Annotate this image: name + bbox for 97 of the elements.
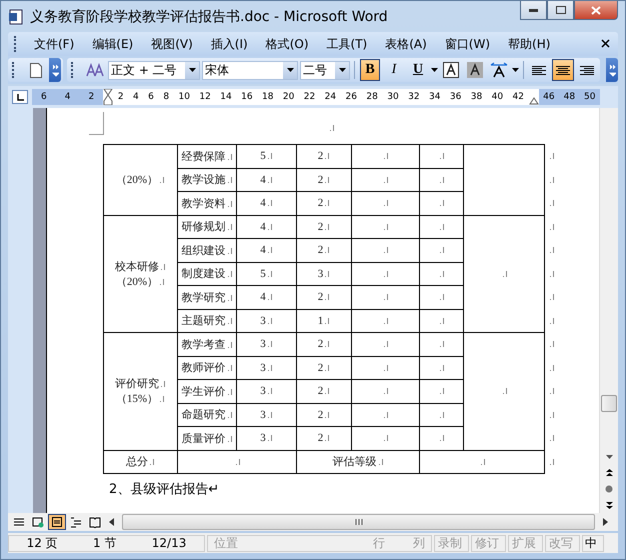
paragraph: 2、县级评估报告↵ xyxy=(109,481,220,498)
table-cell: 教学研究 xyxy=(182,292,226,304)
table-cell: 3 xyxy=(260,385,266,398)
ruler-number: 10 xyxy=(178,92,190,102)
table-cell: 命题研究 xyxy=(182,409,226,422)
ruler-number: 12 xyxy=(199,92,211,102)
horizontal-ruler[interactable]: 6 4 2 2 4 6 8 10 12 14 16 18 20 22 24 26 28 30 32 34 36 38 40 42 46 48 50 xyxy=(32,89,600,105)
font-dropdown[interactable]: 宋体 xyxy=(202,60,298,80)
bold-button[interactable]: B xyxy=(360,59,380,81)
menu-item[interactable]: 帮助(H) xyxy=(499,36,560,52)
section-number: 1 节 xyxy=(93,534,116,552)
window-title: 义务教育阶段学校教学评估报告书.doc - Microsoft Word xyxy=(30,8,388,26)
ruler-number: 4 xyxy=(64,92,70,102)
line-label: 行 xyxy=(373,534,385,552)
menu-item[interactable]: 工具(T) xyxy=(318,36,376,52)
table-cell: 总分 xyxy=(126,456,148,468)
category-label: （15%） xyxy=(116,393,158,406)
ruler-number: 16 xyxy=(241,92,253,102)
table-cell: 教学考查 xyxy=(182,338,226,351)
table-cell: 3 xyxy=(318,268,324,280)
table-cell: 2 xyxy=(318,220,324,233)
ruler-number: 24 xyxy=(324,92,336,102)
table-cell: 2 xyxy=(318,291,324,304)
ruler-number: 34 xyxy=(428,92,440,102)
table-cell: 5 xyxy=(260,150,266,162)
category-label: （20%） xyxy=(116,276,158,288)
ruler-number: 2 xyxy=(88,92,94,102)
ruler-number: 42 xyxy=(512,92,524,102)
ruler-number: 20 xyxy=(282,92,294,102)
ruler-number: 14 xyxy=(220,92,232,102)
table-cell: 3 xyxy=(260,432,266,444)
category-label: 校本研修 xyxy=(115,260,159,273)
table-cell: 质量评价 xyxy=(182,432,226,445)
table-cell: 教学资料 xyxy=(182,198,226,210)
table-cell: 研修规划 xyxy=(182,221,226,234)
menu-item[interactable]: 文件(F) xyxy=(25,36,84,52)
ruler-number: 36 xyxy=(450,92,462,102)
underline-button[interactable]: U xyxy=(408,59,428,81)
table-cell: 3 xyxy=(260,338,266,350)
table-cell: 组织建设 xyxy=(182,244,226,257)
table-cell: 评估等级 xyxy=(332,456,376,468)
table-cell: 教师评价 xyxy=(182,362,226,374)
table-cell: 制度建设 xyxy=(182,268,226,280)
page-number: 12 页 xyxy=(26,534,58,552)
ruler-number: 28 xyxy=(366,92,378,102)
table-cell: 3 xyxy=(260,314,266,327)
menu-item[interactable]: 插入(I) xyxy=(202,36,257,52)
ruler-number: 46 xyxy=(543,92,555,102)
table-cell: 2 xyxy=(318,408,324,421)
menu-item[interactable]: 格式(O) xyxy=(256,36,318,52)
ruler-number: 30 xyxy=(387,92,399,102)
menu-item[interactable]: 窗口(W) xyxy=(436,36,500,52)
table-cell: 2 xyxy=(318,150,324,162)
table-cell: 2 xyxy=(318,244,324,256)
font-size-dropdown[interactable]: 二号 xyxy=(300,60,350,80)
table-cell: 4 xyxy=(260,244,266,256)
table-cell: 3 xyxy=(260,408,266,421)
ruler-number: 26 xyxy=(345,92,357,102)
ruler-number: 32 xyxy=(408,92,420,102)
ruler-number: 18 xyxy=(262,92,274,102)
category-label: 评价研究 xyxy=(115,378,159,390)
ruler-number: 40 xyxy=(492,92,504,102)
ruler-number: 22 xyxy=(304,92,316,102)
table-cell: 4 xyxy=(260,197,266,210)
table-cell: 2 xyxy=(318,197,324,210)
column-label: 列 xyxy=(413,534,425,552)
table-cell: 4 xyxy=(260,174,266,186)
ruler-number: 50 xyxy=(584,92,596,102)
table-cell: 4 xyxy=(260,291,266,304)
table-cell: 2 xyxy=(318,362,324,374)
ruler-number: 8 xyxy=(163,92,170,102)
table-cell: 3 xyxy=(260,362,266,374)
table-cell: 主题研究 xyxy=(182,315,226,328)
table-cell: 2 xyxy=(318,432,324,444)
menu-item[interactable]: 编辑(E) xyxy=(83,36,142,52)
ruler-number: 48 xyxy=(564,92,576,102)
ruler-number: 2 xyxy=(118,92,124,102)
table-cell: 2 xyxy=(318,385,324,398)
position-label: 位置 xyxy=(214,534,238,552)
table-cell: 经费保障 xyxy=(182,150,226,163)
table-cell: 1 xyxy=(318,314,324,327)
page-count: 12/13 xyxy=(152,536,186,550)
style-dropdown[interactable]: 正文 + 二号 xyxy=(108,60,200,80)
table-cell: 2 xyxy=(318,174,324,186)
ruler-number: 4 xyxy=(133,92,139,102)
menu-item[interactable]: 视图(V) xyxy=(142,36,202,52)
italic-button[interactable]: I xyxy=(384,59,404,81)
table-cell: 4 xyxy=(260,220,266,233)
category-label: （20%） xyxy=(116,174,158,186)
table-cell: 学生评价 xyxy=(182,386,226,398)
table-cell: 5 xyxy=(260,268,266,280)
ruler-number: 6 xyxy=(148,92,154,102)
ruler-number: 38 xyxy=(470,92,482,102)
table-cell: 2 xyxy=(318,338,324,350)
table-cell: 教学设施 xyxy=(182,174,226,186)
menu-item[interactable]: 表格(A) xyxy=(376,36,436,52)
ruler-number: 6 xyxy=(41,92,47,102)
